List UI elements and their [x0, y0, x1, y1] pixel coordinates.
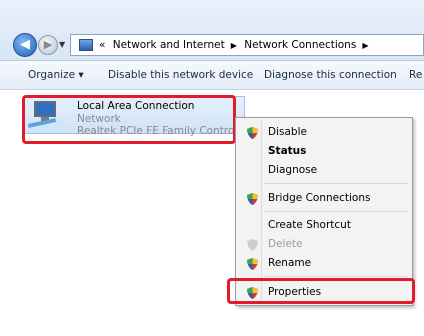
control-panel-icon	[79, 39, 93, 51]
breadcrumb: « Network and Internet ▶ Network Connecti…	[99, 39, 372, 51]
chevron-right-icon[interactable]: ▶	[362, 41, 368, 50]
breadcrumb-network-connections[interactable]: Network Connections	[244, 39, 356, 51]
menu-item-label: Diagnose	[268, 164, 318, 176]
highlight-box-connection	[22, 95, 236, 144]
back-button[interactable]: ◀	[13, 33, 37, 57]
menu-item-label: Delete	[268, 238, 303, 250]
menu-item-label: Rename	[268, 257, 312, 269]
menu-item-rename[interactable]: Rename	[238, 255, 410, 273]
menu-item-label: Bridge Connections	[268, 192, 371, 204]
menu-item-create-shortcut[interactable]: Create Shortcut	[238, 217, 410, 235]
menu-separator	[264, 211, 408, 212]
address-bar[interactable]: « Network and Internet ▶ Network Connecti…	[70, 34, 424, 56]
recent-pages-dropdown[interactable]: ▼	[59, 40, 67, 49]
menu-item-disable[interactable]: Disable	[238, 124, 410, 142]
navigation-bar: ◀ ▶ ▼ « Network and Internet ▶ Network Co…	[0, 0, 424, 61]
chevron-right-icon[interactable]: ▶	[231, 41, 237, 50]
rename-button-truncated[interactable]: Re	[409, 69, 422, 81]
organize-button[interactable]: Organize ▾	[28, 69, 84, 81]
menu-separator	[264, 276, 408, 277]
disable-device-button[interactable]: Disable this network device	[108, 69, 253, 81]
breadcrumb-overflow[interactable]: «	[99, 39, 105, 51]
diagnose-button[interactable]: Diagnose this connection	[264, 69, 397, 81]
breadcrumb-network-and-internet[interactable]: Network and Internet	[113, 39, 225, 51]
menu-item-diagnose[interactable]: Diagnose	[238, 162, 410, 180]
menu-item-label: Disable	[268, 126, 307, 138]
uac-shield-icon	[247, 193, 258, 205]
command-bar: Organize ▾ Disable this network device D…	[0, 61, 424, 90]
menu-separator	[264, 183, 408, 184]
uac-shield-icon	[247, 239, 258, 251]
uac-shield-icon	[247, 127, 258, 139]
forward-button[interactable]: ▶	[38, 35, 58, 55]
uac-shield-icon	[247, 258, 258, 270]
menu-item-bridge-connections[interactable]: Bridge Connections	[238, 190, 410, 208]
menu-item-label: Create Shortcut	[268, 219, 351, 231]
menu-item-status[interactable]: Status	[238, 143, 410, 161]
explorer-window: ◀ ▶ ▼ « Network and Internet ▶ Network Co…	[0, 0, 424, 336]
menu-item-label: Status	[268, 145, 307, 157]
highlight-box-properties	[227, 278, 415, 304]
menu-item-delete: Delete	[238, 236, 410, 254]
